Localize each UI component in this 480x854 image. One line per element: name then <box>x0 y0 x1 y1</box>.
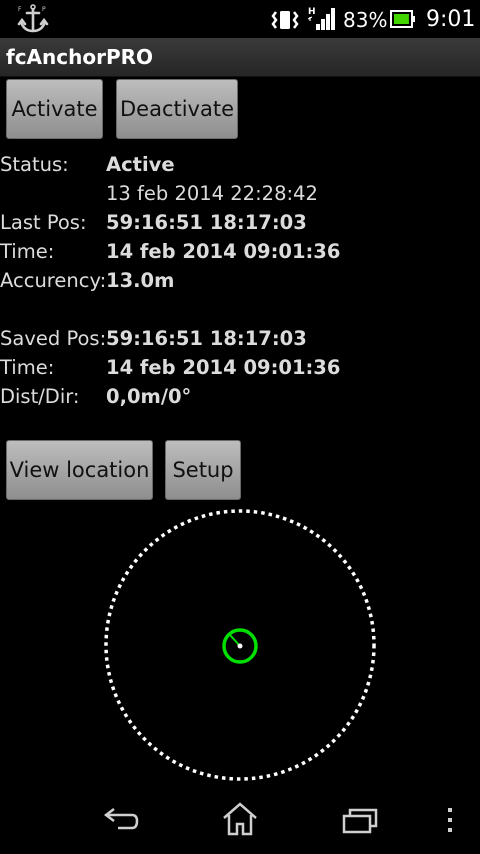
last-pos-value: 59:16:51 18:17:03 <box>106 211 307 234</box>
recent-apps-icon[interactable] <box>341 806 379 836</box>
battery-percent: 83% <box>343 8 388 32</box>
saved-time-label: Time: <box>0 356 55 379</box>
time-value: 14 feb 2014 09:01:36 <box>106 240 341 263</box>
saved-pos-label: Saved Pos: <box>0 327 107 350</box>
anchor-notification-icon: F P <box>17 4 49 33</box>
deactivate-button[interactable]: Deactivate <box>116 79 238 139</box>
accuracy-label: Accurency: <box>0 269 107 292</box>
svg-text:F: F <box>18 6 22 13</box>
saved-pos-value: 59:16:51 18:17:03 <box>106 327 307 350</box>
saved-time-value: 14 feb 2014 09:01:36 <box>106 356 341 379</box>
anchor-radar <box>104 509 376 781</box>
svg-text:P: P <box>42 6 46 13</box>
setup-button[interactable]: Setup <box>165 440 241 500</box>
position-marker <box>222 628 258 664</box>
last-pos-label: Last Pos: <box>0 211 87 234</box>
svg-text:H: H <box>308 7 316 17</box>
menu-icon[interactable] <box>444 806 456 836</box>
app-title: fcAnchorPRO <box>6 45 154 69</box>
navigation-bar <box>0 792 480 854</box>
status-value: Active <box>106 153 175 176</box>
dist-dir-value: 0,0m/0° <box>106 385 192 408</box>
status-time: 13 feb 2014 22:28:42 <box>106 182 318 205</box>
status-bar: F P H 83% 9:01 <box>0 0 480 38</box>
signal-icon: H <box>308 7 335 30</box>
activate-button[interactable]: Activate <box>6 79 103 139</box>
accuracy-value: 13.0m <box>106 269 175 292</box>
clock: 9:01 <box>426 7 476 32</box>
back-icon[interactable] <box>102 806 140 836</box>
battery-icon <box>390 10 415 28</box>
vibrate-icon <box>271 11 299 29</box>
view-location-button[interactable]: View location <box>6 440 153 500</box>
time-label: Time: <box>0 240 55 263</box>
home-icon[interactable] <box>221 801 259 837</box>
dist-dir-label: Dist/Dir: <box>0 385 80 408</box>
status-label: Status: <box>0 153 69 176</box>
title-bar: fcAnchorPRO <box>0 38 480 77</box>
